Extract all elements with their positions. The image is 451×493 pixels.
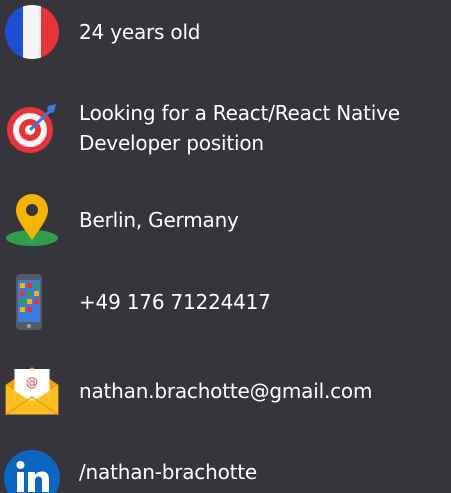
goal-text-line1: Looking for a React/React Native	[79, 101, 400, 125]
goal-text: Looking for a React/React Native Develop…	[79, 98, 451, 158]
profile-row-email: @ nathan.brachotte@gmail.com	[0, 362, 451, 422]
profile-row-location: Berlin, Germany	[0, 192, 451, 248]
target-icon	[4, 100, 60, 156]
goal-text-line2: Developer position	[79, 131, 264, 155]
profile-row-age: 24 years old	[0, 4, 451, 60]
svg-text:@: @	[26, 376, 38, 390]
location-text: Berlin, Germany	[79, 208, 239, 232]
linkedin-icon[interactable]	[4, 450, 60, 493]
profile-row-goal: Looking for a React/React Native Develop…	[0, 93, 451, 163]
location-pin-icon	[4, 192, 60, 248]
email-envelope-icon: @	[4, 362, 60, 418]
email-text[interactable]: nathan.brachotte@gmail.com	[79, 376, 372, 406]
age-text: 24 years old	[79, 20, 201, 44]
smartphone-icon	[4, 274, 60, 330]
france-flag-icon	[4, 4, 60, 60]
profile-row-phone: +49 176 71224417	[0, 272, 451, 332]
phone-text: +49 176 71224417	[79, 290, 271, 314]
linkedin-text[interactable]: /nathan-brachotte	[79, 457, 257, 487]
profile-row-linkedin: /nathan-brachotte	[0, 450, 451, 493]
